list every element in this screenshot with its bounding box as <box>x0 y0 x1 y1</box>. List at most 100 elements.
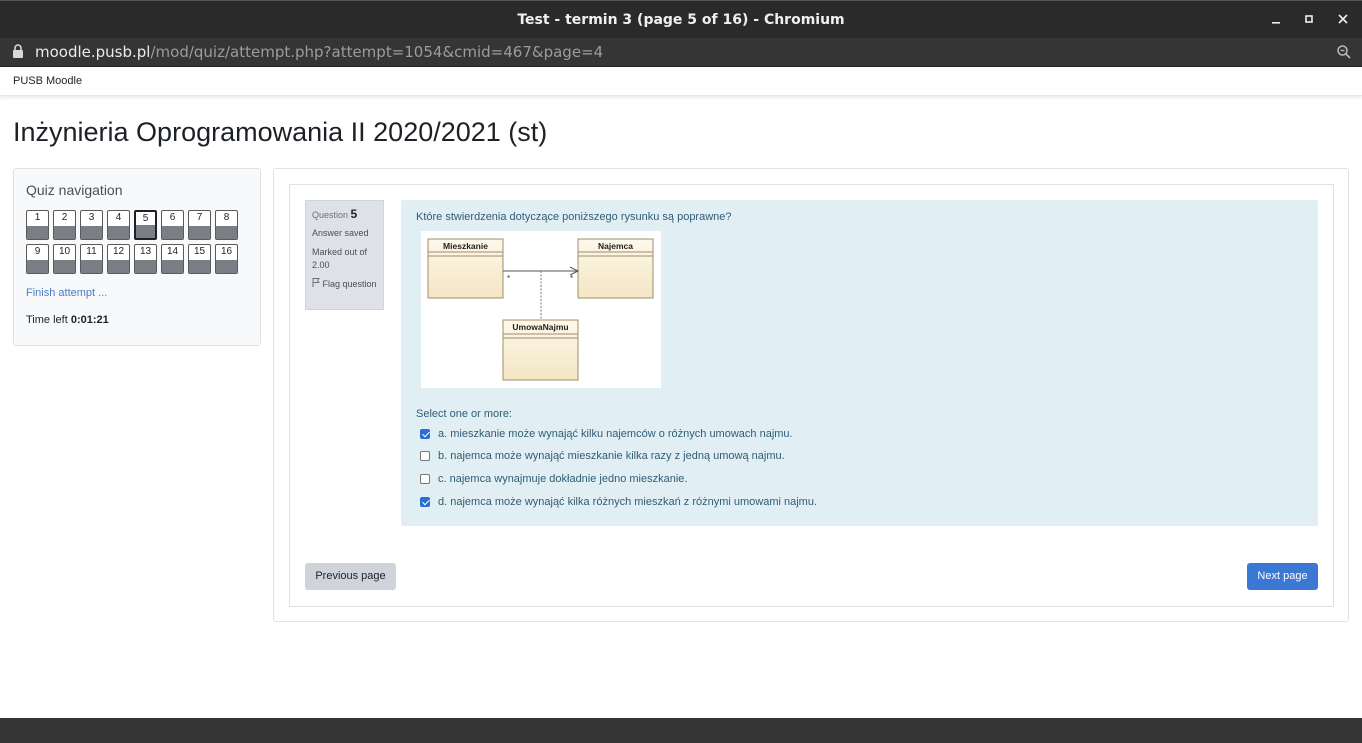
question-content: Które stwierdzenia dotyczące poniższego … <box>401 200 1318 526</box>
quiz-nav-button-15[interactable]: 15 <box>188 244 211 274</box>
quiz-nav-button-number: 9 <box>34 246 41 257</box>
answer-d-checkbox[interactable] <box>420 497 430 507</box>
question-text: Które stwierdzenia dotyczące poniższego … <box>416 211 732 223</box>
answered-indicator <box>81 260 102 273</box>
quiz-nav-button-number: 10 <box>58 246 71 257</box>
answered-indicator <box>162 226 183 239</box>
quiz-nav-button-number: 4 <box>115 212 122 223</box>
quiz-nav-button-16[interactable]: 16 <box>215 244 238 274</box>
quiz-navigation-heading: Quiz navigation <box>26 182 123 198</box>
main-region: Question 5 Answer saved Marked out of 2.… <box>273 168 1349 622</box>
flag-icon[interactable] <box>312 278 320 289</box>
question-form: Question 5 Answer saved Marked out of 2.… <box>289 184 1334 607</box>
page-content: PUSB Moodle Inżynieria Oprogramowania II… <box>0 67 1362 718</box>
quiz-nav-button-number: 15 <box>193 246 206 257</box>
quiz-nav-button-7[interactable]: 7 <box>188 210 211 240</box>
quiz-nav-button-number: 7 <box>196 212 203 223</box>
address-bar[interactable]: moodle.pusb.pl/mod/quiz/attempt.php?atte… <box>0 38 1362 67</box>
answer-a-label[interactable]: a. mieszkanie może wynająć kilku najemcó… <box>438 428 793 440</box>
zoom-icon[interactable] <box>1336 44 1352 60</box>
time-left-value: 0:01:21 <box>70 314 109 326</box>
uml-class-mieszkanie: Mieszkanie <box>427 238 504 299</box>
quiz-nav-button-number: 8 <box>223 212 230 223</box>
quiz-nav-button-number: 16 <box>220 246 233 257</box>
close-icon[interactable] <box>1335 11 1351 27</box>
window-title: Test - termin 3 (page 5 of 16) - Chromiu… <box>517 12 845 28</box>
quiz-nav-button-12[interactable]: 12 <box>107 244 130 274</box>
answer-c-label[interactable]: c. najemca wynajmuje dokładnie jedno mie… <box>438 473 687 485</box>
quiz-nav-button-8[interactable]: 8 <box>215 210 238 240</box>
answer-prompt: Select one or more: <box>416 408 512 420</box>
uml-multiplicity-a: * <box>507 274 510 283</box>
question-grade: Marked out of 2.00 <box>312 247 368 270</box>
answered-indicator <box>216 260 237 273</box>
quiz-nav-button-4[interactable]: 4 <box>107 210 130 240</box>
quiz-nav-button-3[interactable]: 3 <box>80 210 103 240</box>
uml-association <box>503 266 580 320</box>
quiz-nav-button-number: 13 <box>139 246 152 257</box>
uml-class-mieszkanie-label: Mieszkanie <box>443 241 488 251</box>
browser-window: Test - termin 3 (page 5 of 16) - Chromiu… <box>0 0 1362 743</box>
flag-question-toggle[interactable]: Flag question <box>312 278 377 291</box>
maximize-icon[interactable] <box>1301 11 1317 27</box>
answered-indicator <box>135 260 156 273</box>
site-brand-link[interactable]: PUSB Moodle <box>13 75 82 87</box>
answer-b-checkbox[interactable] <box>420 451 430 461</box>
answered-indicator <box>189 226 210 239</box>
url-text[interactable]: moodle.pusb.pl/mod/quiz/attempt.php?atte… <box>35 43 603 61</box>
uml-class-umowanajmu: UmowaNajmu <box>502 319 579 381</box>
answer-c-checkbox[interactable] <box>420 474 430 484</box>
uml-diagram: Mieszkanie Najemca UmowaNajmu * * <box>421 231 661 388</box>
quiz-nav-button-number: 3 <box>88 212 95 223</box>
lock-icon[interactable] <box>12 44 24 59</box>
question-number: Question 5 <box>312 207 377 221</box>
quiz-nav-button-1[interactable]: 1 <box>26 210 49 240</box>
answered-indicator <box>54 260 75 273</box>
finish-attempt-link[interactable]: Finish attempt ... <box>26 287 107 299</box>
title-bar: Test - termin 3 (page 5 of 16) - Chromiu… <box>0 0 1362 38</box>
flag-question-label[interactable]: Flag question <box>323 279 377 289</box>
quiz-nav-button-13[interactable]: 13 <box>134 244 157 274</box>
answered-indicator <box>189 260 210 273</box>
quiz-nav-button-6[interactable]: 6 <box>161 210 184 240</box>
url-path: /mod/quiz/attempt.php?attempt=1054&cmid=… <box>150 43 604 61</box>
question-state: Answer saved <box>312 228 369 238</box>
next-page-button[interactable]: Next page <box>1247 563 1318 590</box>
answered-indicator <box>162 260 183 273</box>
question-info: Question 5 Answer saved Marked out of 2.… <box>305 200 384 310</box>
previous-page-button[interactable]: Previous page <box>305 563 396 590</box>
quiz-nav-button-10[interactable]: 10 <box>53 244 76 274</box>
answered-indicator <box>54 226 75 239</box>
answered-indicator <box>108 226 129 239</box>
uml-class-najemca-label: Najemca <box>598 241 633 251</box>
quiz-nav-button-number: 6 <box>169 212 176 223</box>
url-host: moodle.pusb.pl <box>35 43 151 61</box>
answered-indicator <box>81 226 102 239</box>
answered-indicator <box>27 226 48 239</box>
quiz-nav-button-number: 2 <box>61 212 68 223</box>
minimize-icon[interactable] <box>1268 11 1284 27</box>
window-bottom-bar <box>0 718 1362 743</box>
answered-indicator <box>27 260 48 273</box>
quiz-nav-button-number: 12 <box>112 246 125 257</box>
answered-indicator <box>108 260 129 273</box>
uml-multiplicity-b: * <box>570 274 573 283</box>
answer-d-label[interactable]: d. najemca może wynająć kilka różnych mi… <box>438 496 817 508</box>
answer-b-label[interactable]: b. najemca może wynająć mieszkanie kilka… <box>438 450 785 462</box>
answer-a-checkbox[interactable] <box>420 429 430 439</box>
question-label: Question <box>312 210 349 220</box>
quiz-navigation-block: Quiz navigation 1 2 3 4 5 6 7 8 9 10 11 12 13 14 15 16 … <box>13 168 261 346</box>
time-left: Time left 0:01:21 <box>26 314 109 326</box>
quiz-nav-button-5[interactable]: 5 <box>134 210 157 240</box>
page-title: Inżynieria Oprogramowania II 2020/2021 (… <box>13 117 548 147</box>
answered-indicator <box>216 226 237 239</box>
quiz-nav-button-number: 11 <box>86 246 97 257</box>
quiz-nav-button-14[interactable]: 14 <box>161 244 184 274</box>
question-number-value: 5 <box>350 207 358 221</box>
quiz-nav-button-number: 14 <box>166 246 179 257</box>
quiz-nav-button-9[interactable]: 9 <box>26 244 49 274</box>
quiz-nav-button-2[interactable]: 2 <box>53 210 76 240</box>
time-left-label: Time left <box>26 314 68 326</box>
quiz-nav-button-11[interactable]: 11 <box>80 244 103 274</box>
uml-class-najemca: Najemca <box>577 238 654 299</box>
